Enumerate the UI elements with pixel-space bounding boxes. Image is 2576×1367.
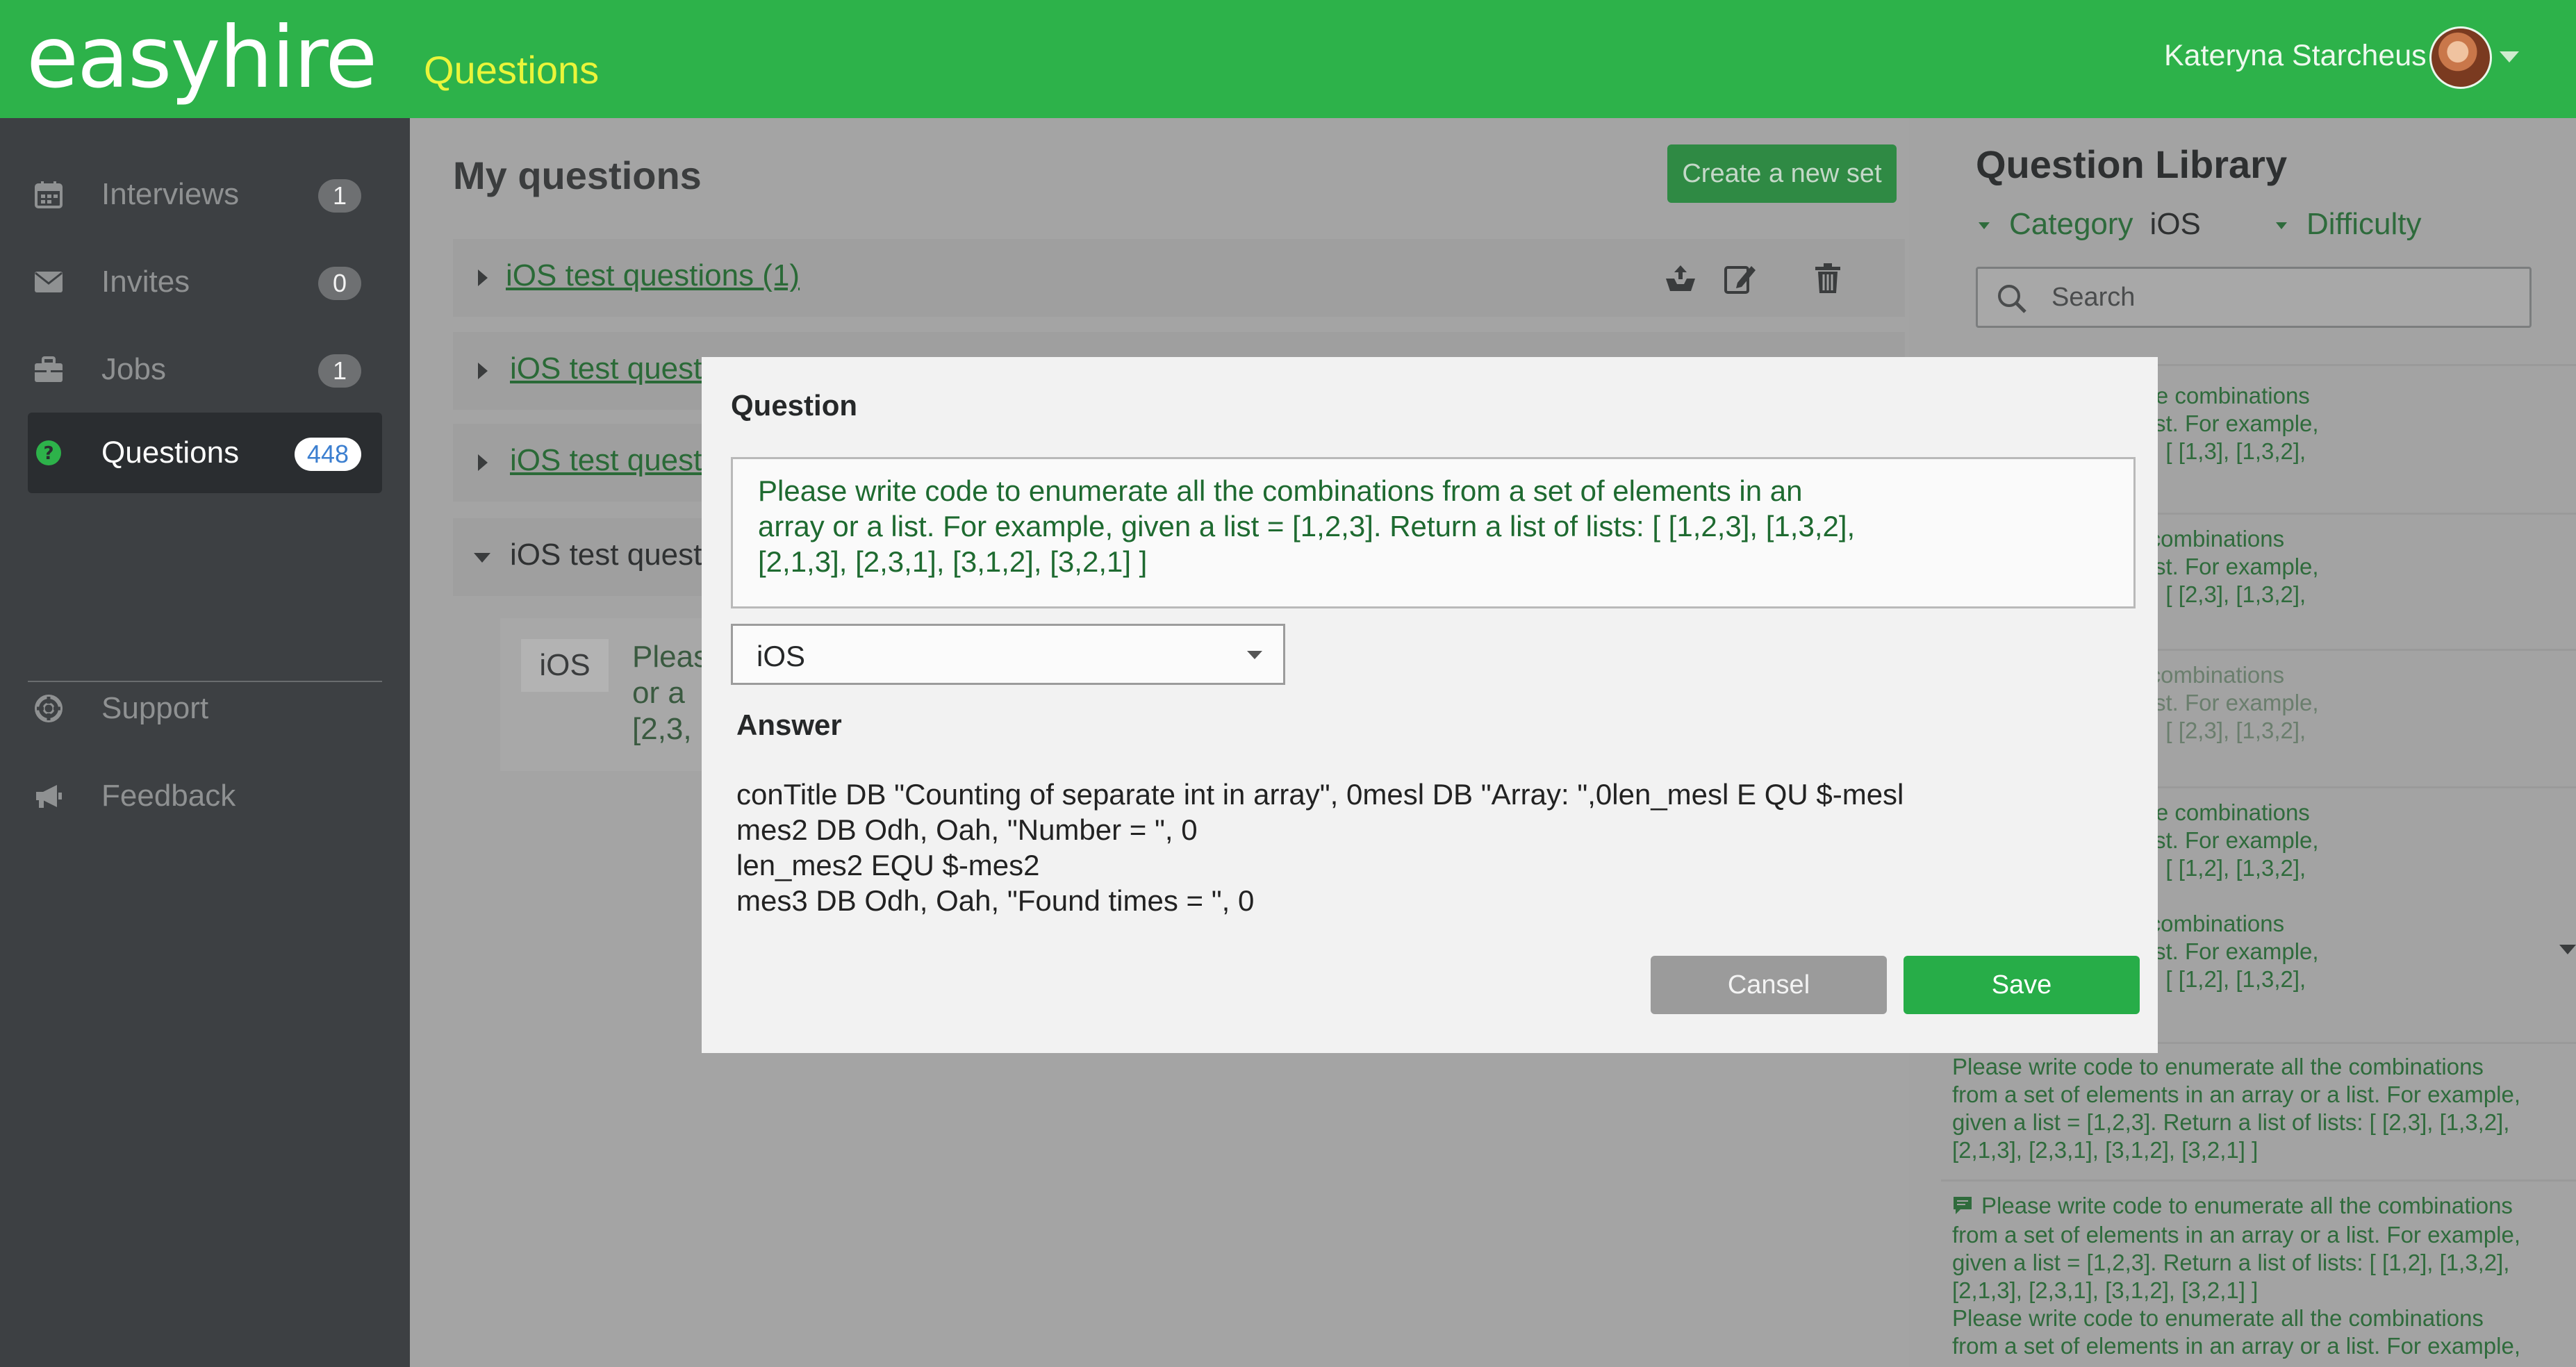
chevron-down-icon: [2276, 222, 2287, 230]
item-line: from a set of elements in an array or a …: [1952, 1082, 2520, 1107]
search-placeholder: Search: [2051, 283, 2136, 312]
sidebar-item-label: Questions: [101, 436, 240, 470]
sidebar: Interviews 1 Invites 0 Jobs 1 ? Question…: [0, 118, 410, 1367]
item-line: Please write code to enumerate all the c…: [1952, 1192, 2563, 1221]
answer-label: Answer: [736, 709, 842, 741]
item-line: from a set of elements in an array or a …: [1952, 1333, 2520, 1359]
save-button[interactable]: Save: [1904, 956, 2140, 1014]
difficulty-filter[interactable]: Difficulty: [2276, 207, 2421, 242]
sidebar-item-support[interactable]: Support: [28, 668, 382, 749]
question-set-row[interactable]: iOS test questions (1): [453, 239, 1905, 317]
logo[interactable]: easyhire: [26, 8, 377, 107]
sidebar-item-label: Interviews: [101, 177, 240, 211]
search-icon: [1996, 283, 2028, 318]
item-line-text: Please write code to enumerate all the c…: [1981, 1193, 2513, 1218]
question-text: Please write code to enumerate all the c…: [758, 473, 1981, 579]
chevron-down-icon: [1979, 222, 1990, 230]
section-title: My questions: [453, 154, 702, 197]
comment-icon: [1952, 1193, 1973, 1221]
sidebar-item-interviews[interactable]: Interviews 1: [28, 154, 382, 235]
create-set-button[interactable]: Create a new set: [1667, 144, 1897, 203]
sidebar-item-feedback[interactable]: Feedback: [28, 756, 382, 836]
item-line: [2,1,3], [2,3,1], [3,1,2], [3,2,1] ]: [1952, 1137, 2259, 1163]
trash-icon[interactable]: [1809, 260, 1847, 297]
answer-line: conTitle DB "Counting of separate int in…: [736, 778, 1904, 811]
selected-category: iOS: [757, 640, 806, 672]
export-icon[interactable]: [1662, 260, 1699, 297]
lifebuoy-icon: [28, 694, 69, 723]
item-line: given a list = [1,2,3]. Return a list of…: [1952, 1109, 2510, 1135]
item-line: given a list = [1,2,3]. Return a list of…: [1952, 1250, 2510, 1276]
answer-line: mes3 DB Odh, Oah, "Found times = ", 0: [736, 884, 1255, 917]
user-name[interactable]: Kateryna Starcheus: [2164, 39, 2427, 73]
question-set-name[interactable]: iOS test quest: [510, 443, 702, 478]
item-line: from a set of elements in an array or a …: [1952, 1222, 2520, 1248]
top-bar: easyhire Questions Kateryna Starcheus: [0, 0, 2576, 118]
count-badge: 1: [318, 179, 361, 213]
sidebar-item-invites[interactable]: Invites 0: [28, 242, 382, 322]
question-line: Please write code to enumerate all the c…: [758, 474, 1803, 507]
question-label: Question: [731, 389, 858, 422]
category-select[interactable]: iOS: [731, 624, 1285, 685]
sidebar-item-label: Invites: [101, 265, 190, 299]
answer-line: mes2 DB Odh, Oah, "Number = ", 0: [736, 813, 1198, 846]
calendar-icon: [28, 180, 69, 209]
question-set-name: iOS test questi: [510, 538, 709, 572]
expand-icon[interactable]: [478, 454, 488, 471]
library-item[interactable]: Please write code to enumerate all the c…: [1952, 1192, 2563, 1360]
question-icon: ?: [28, 439, 69, 467]
cancel-button[interactable]: Cansel: [1651, 956, 1887, 1014]
filter-label: Category: [2009, 207, 2133, 241]
svg-text:?: ?: [43, 443, 53, 464]
page-title: Questions: [424, 48, 600, 92]
sidebar-item-questions[interactable]: ? Questions 448: [28, 413, 382, 493]
category-tag: iOS: [521, 639, 609, 692]
briefcase-icon: [28, 356, 69, 383]
item-line: Please write code to enumerate all the c…: [1952, 1054, 2484, 1079]
category-filter[interactable]: Category iOS: [1979, 207, 2201, 242]
sidebar-item-label: Support: [101, 691, 209, 725]
expand-icon[interactable]: [478, 363, 488, 379]
avatar[interactable]: [2429, 26, 2492, 89]
question-textarea[interactable]: Please write code to enumerate all the c…: [731, 457, 2136, 608]
question-set-name[interactable]: iOS test questions (1): [506, 258, 800, 293]
count-badge: 0: [318, 267, 361, 300]
question-line: [2,1,3], [2,3,1], [3,1,2], [3,2,1] ]: [758, 545, 1148, 578]
megaphone-icon: [28, 782, 69, 810]
count-badge: 1: [318, 354, 361, 388]
question-edit-dialog: Question Please write code to enumerate …: [702, 357, 2158, 1053]
question-set-name[interactable]: iOS test quest: [510, 351, 702, 386]
expand-icon[interactable]: [478, 270, 488, 286]
chevron-down-icon: [1247, 651, 1262, 659]
library-title: Question Library: [1976, 142, 2288, 186]
collapse-icon[interactable]: [474, 553, 490, 563]
logo-text: easyhire: [26, 8, 377, 107]
sidebar-item-label: Feedback: [101, 779, 236, 813]
sidebar-item-jobs[interactable]: Jobs 1: [28, 329, 382, 410]
search-input[interactable]: Search: [1976, 267, 2532, 328]
chevron-down-icon[interactable]: [2500, 51, 2519, 63]
filter-value: iOS: [2149, 207, 2201, 241]
envelope-icon: [28, 270, 69, 295]
scroll-down-icon[interactable]: [2559, 945, 2576, 954]
library-item[interactable]: Please write code to enumerate all the c…: [1952, 1053, 2563, 1164]
edit-icon[interactable]: [1722, 260, 1759, 297]
answer-text[interactable]: conTitle DB "Counting of separate int in…: [736, 777, 2091, 918]
filter-label: Difficulty: [2306, 207, 2422, 241]
answer-line: len_mes2 EQU $-mes2: [736, 849, 1040, 881]
item-line: Please write code to enumerate all the c…: [1952, 1305, 2484, 1332]
divider: [1941, 1179, 2576, 1182]
count-badge: 448: [294, 438, 361, 471]
question-line: array or a list. For example, given a li…: [758, 510, 1856, 542]
sidebar-item-label: Jobs: [101, 352, 166, 386]
item-line: [2,1,3], [2,3,1], [3,1,2], [3,2,1] ]: [1952, 1277, 2259, 1304]
